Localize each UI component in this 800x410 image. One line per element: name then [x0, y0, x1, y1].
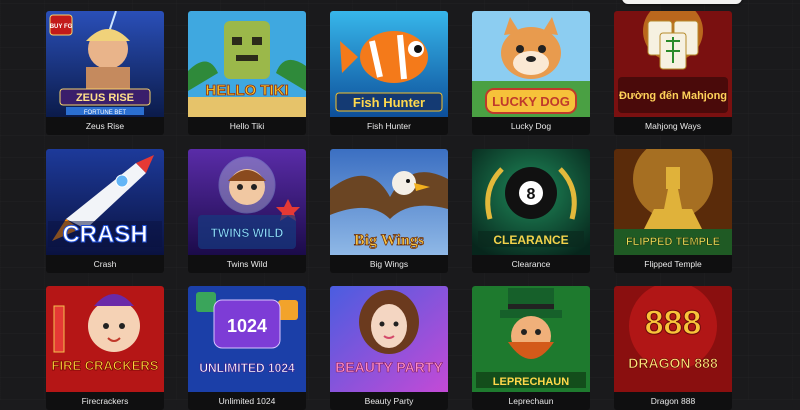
art-title: Đường đến Mahjong	[619, 90, 727, 102]
game-title: Mahjong Ways	[645, 121, 701, 131]
game-card-twins-wild[interactable]: TWINS WILD Twins Wild	[188, 149, 306, 273]
game-thumbnail: FLIPPED TEMPLE	[614, 149, 732, 255]
game-thumbnail: Đường đến Mahjong	[614, 11, 732, 117]
game-title: Lucky Dog	[510, 121, 552, 131]
art-title: FIRE CRACKERS	[52, 358, 159, 373]
game-thumbnail: TWINS WILD	[188, 149, 306, 255]
game-title: Fish Hunter	[367, 121, 411, 131]
game-thumbnail: LUCKY DOG	[472, 11, 590, 117]
art-title: TWINS WILD	[211, 226, 284, 240]
game-card-clearance[interactable]: 8 CLEARANCE Clearance	[472, 149, 590, 273]
game-card-beauty-party[interactable]: BEAUTY PARTY Beauty Party	[330, 286, 448, 410]
game-thumbnail: Big Wings	[330, 149, 448, 255]
buy-fg-badge: BUY FG	[50, 24, 73, 30]
art-title: ZEUS RISE	[76, 92, 134, 104]
game-card-leprechaun[interactable]: LEPRECHAUN Leprechaun	[472, 286, 590, 410]
art-title: Big Wings	[354, 232, 424, 249]
game-card-crash[interactable]: CRASH Crash	[46, 149, 164, 273]
art-title: Fish Hunter	[353, 95, 425, 110]
art-subtitle: FORTUNE BET	[84, 110, 127, 116]
game-title: Flipped Temple	[644, 259, 702, 269]
game-card-mahjong-ways[interactable]: Đường đến Mahjong Mahjong Ways	[614, 11, 732, 135]
game-thumbnail: 1024 UNLIMITED 1024	[188, 286, 306, 392]
game-title: Dragon 888	[650, 396, 696, 406]
ball-number: 8	[527, 186, 536, 203]
art-title: BEAUTY PARTY	[335, 359, 443, 375]
game-title: Hello Tiki	[229, 121, 265, 131]
game-thumbnail: FIRE CRACKERS	[46, 286, 164, 392]
art-title: CLEARANCE	[493, 233, 568, 247]
game-title: Clearance	[511, 259, 551, 269]
game-title: Zeus Rise	[85, 121, 125, 131]
art-title: UNLIMITED 1024	[199, 361, 295, 375]
game-thumbnail: 888 DRAGON 888	[614, 286, 732, 392]
game-thumbnail: 8 CLEARANCE	[472, 149, 590, 255]
game-card-big-wings[interactable]: Big Wings Big Wings	[330, 149, 448, 273]
game-card-zeus-rise[interactable]: ZEUS RISE FORTUNE BET BUY FG Zeus Rise	[46, 11, 164, 135]
game-thumbnail: CRASH	[46, 149, 164, 255]
game-thumbnail: LEPRECHAUN	[472, 286, 590, 392]
art-title: HELLO TIKI	[205, 82, 288, 99]
search-bar[interactable]	[622, 0, 742, 4]
art-title: CRASH	[62, 221, 147, 248]
game-title: Big Wings	[369, 259, 409, 269]
art-title: DRAGON 888	[628, 355, 718, 371]
game-thumbnail: Fish Hunter	[330, 11, 448, 117]
game-title: Crash	[93, 259, 117, 269]
game-title: Unlimited 1024	[218, 396, 276, 406]
game-card-unlimited-1024[interactable]: 1024 UNLIMITED 1024 Unlimited 1024	[188, 286, 306, 410]
game-thumbnail: BEAUTY PARTY	[330, 286, 448, 392]
game-card-lucky-dog[interactable]: LUCKY DOG Lucky Dog	[472, 11, 590, 135]
game-thumbnail: HELLO TIKI	[188, 11, 306, 117]
game-card-fish-hunter[interactable]: Fish Hunter Fish Hunter	[330, 11, 448, 135]
art-title: LUCKY DOG	[492, 94, 570, 109]
game-card-dragon-888[interactable]: 888 DRAGON 888 Dragon 888	[614, 286, 732, 410]
game-card-flipped-temple[interactable]: FLIPPED TEMPLE Flipped Temple	[614, 149, 732, 273]
game-card-hello-tiki[interactable]: HELLO TIKI Hello Tiki	[188, 11, 306, 135]
game-card-firecrackers[interactable]: FIRE CRACKERS Firecrackers	[46, 286, 164, 410]
game-title: Beauty Party	[364, 396, 414, 406]
game-title: Leprechaun	[508, 396, 554, 406]
art-title: FLIPPED TEMPLE	[626, 236, 720, 248]
game-thumbnail: ZEUS RISE FORTUNE BET BUY FG	[46, 11, 164, 117]
art-number: 888	[645, 304, 702, 342]
tile-number: 1024	[227, 316, 267, 336]
game-title: Firecrackers	[81, 396, 129, 406]
art-title: LEPRECHAUN	[493, 376, 569, 388]
game-title: Twins Wild	[226, 259, 268, 269]
